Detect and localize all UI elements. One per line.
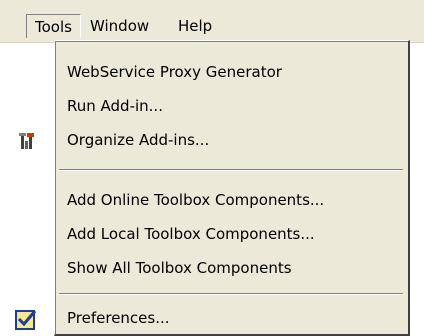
menu-item-add-online-toolbox-components[interactable]: Add Online Toolbox Components... bbox=[55, 183, 407, 217]
menu-item-add-local-toolbox-components[interactable]: Add Local Toolbox Components... bbox=[55, 217, 407, 251]
menu-item-show-all-toolbox-components[interactable]: Show All Toolbox Components bbox=[55, 251, 407, 285]
tools-dropdown-menu: WebService Proxy Generator Run Add-in...… bbox=[15, 40, 410, 336]
menu-item-label: Add Local Toolbox Components... bbox=[67, 225, 315, 243]
menu-item-webservice-proxy-generator[interactable]: WebService Proxy Generator bbox=[55, 55, 407, 89]
tools-icon bbox=[17, 130, 39, 152]
menu-help[interactable]: Help bbox=[170, 14, 220, 38]
menu-item-label: Preferences... bbox=[67, 309, 170, 327]
menu-item-label: Show All Toolbox Components bbox=[67, 259, 292, 277]
menu-item-label: Organize Add-ins... bbox=[67, 131, 210, 149]
menu-window[interactable]: Window bbox=[82, 14, 157, 38]
background-area bbox=[0, 40, 54, 336]
menu-item-run-add-in[interactable]: Run Add-in... bbox=[55, 89, 407, 123]
checkbox-checked-icon bbox=[15, 308, 37, 330]
menu-tools[interactable]: Tools bbox=[26, 14, 81, 38]
menu-separator bbox=[59, 169, 403, 171]
menu-item-label: Run Add-in... bbox=[67, 97, 163, 115]
menu-item-organize-add-ins[interactable]: Organize Add-ins... bbox=[19, 123, 407, 157]
menu-item-label: Add Online Toolbox Components... bbox=[67, 191, 325, 209]
menu-item-preferences[interactable]: Preferences... bbox=[15, 301, 407, 335]
menu-item-label: WebService Proxy Generator bbox=[67, 63, 282, 81]
menu-bar: Tools Window Help bbox=[0, 0, 424, 43]
menu-separator bbox=[59, 293, 403, 295]
